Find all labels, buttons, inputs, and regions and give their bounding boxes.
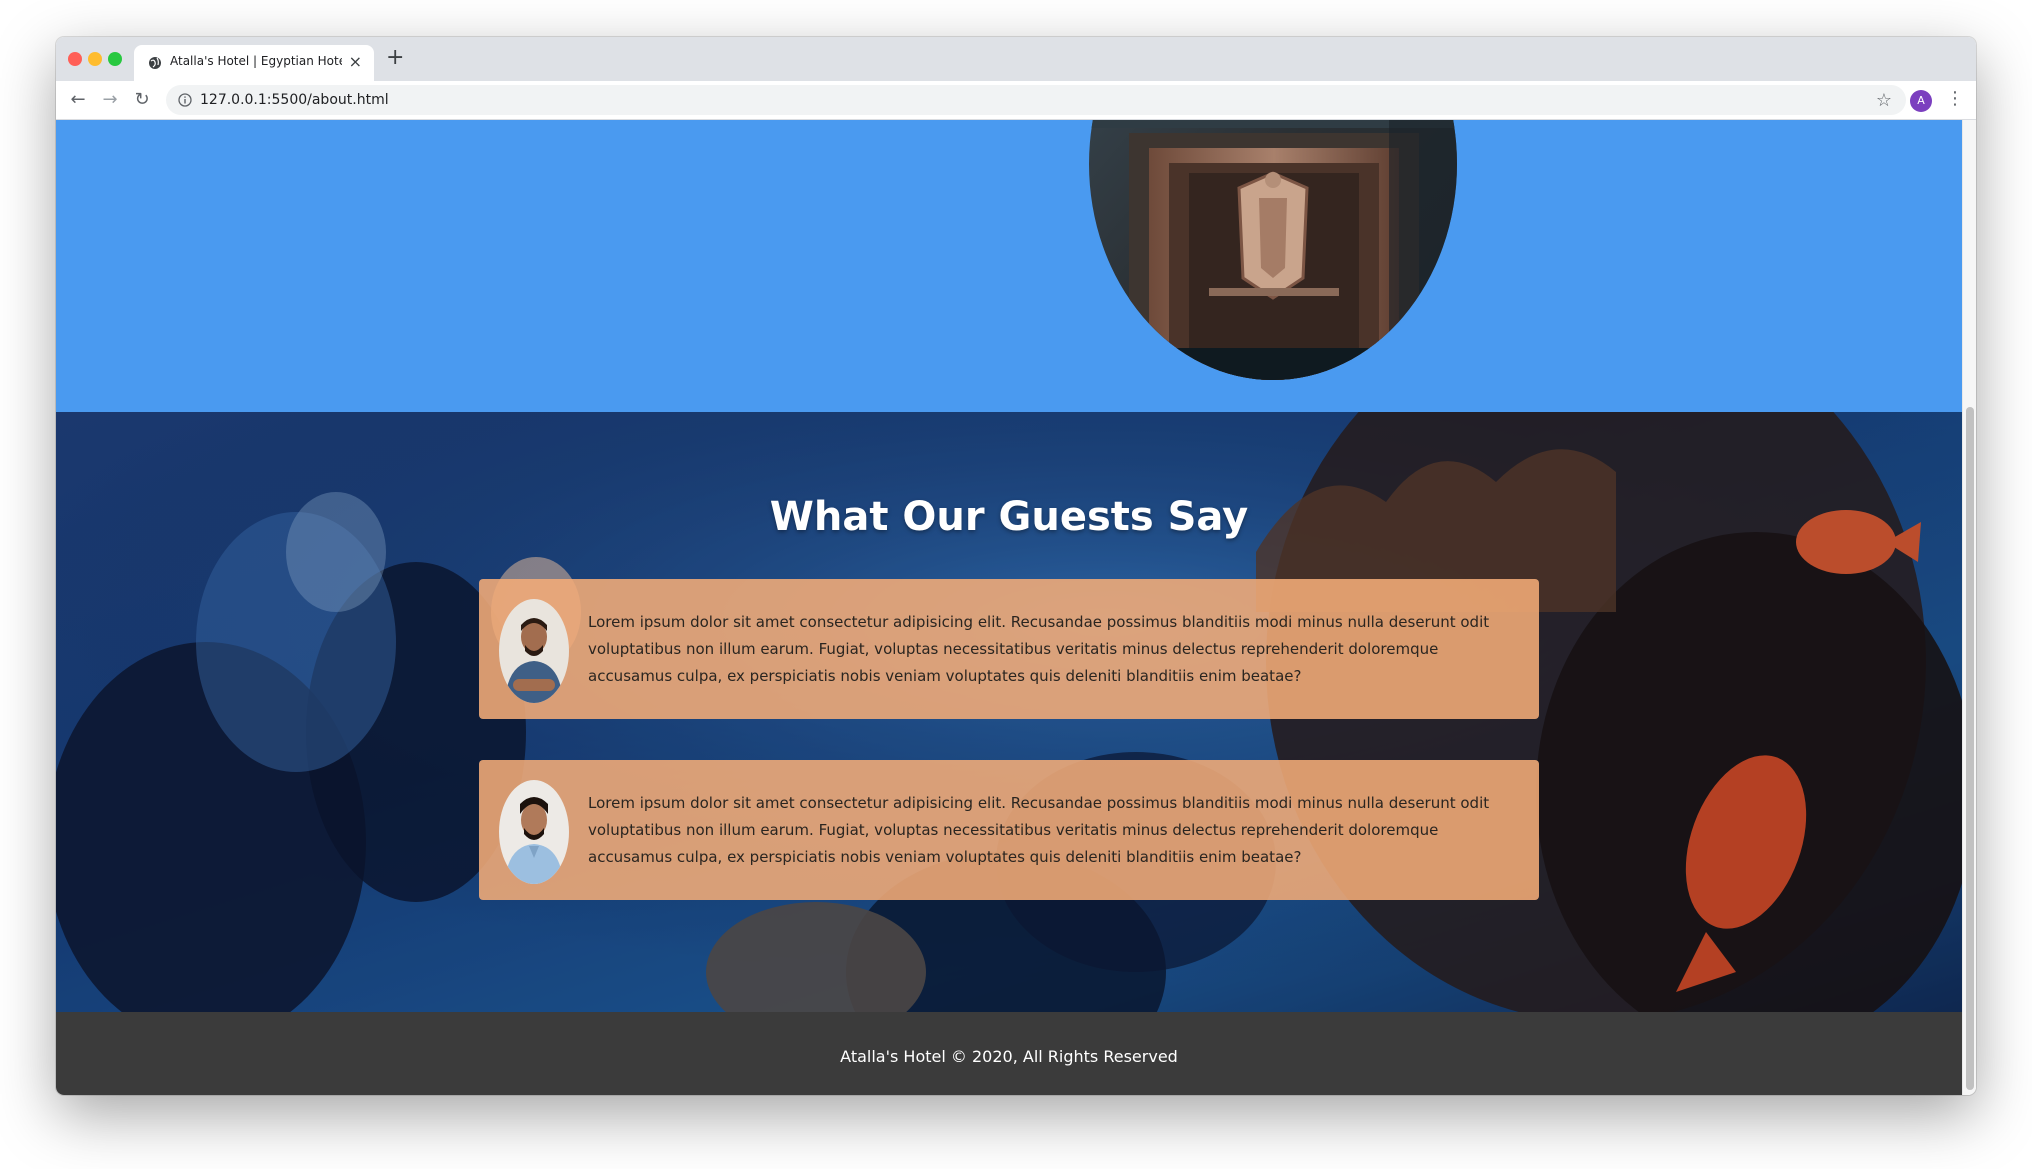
url-text[interactable]: 127.0.0.1:5500/about.html [200, 92, 389, 108]
guests-section: What Our Guests Say Lorem ipsum dolor si… [56, 412, 1962, 1012]
browser-tab[interactable]: Atalla's Hotel | Egyptian Hotel × [134, 45, 374, 81]
page-viewport: What Our Guests Say Lorem ipsum dolor si… [56, 120, 1962, 1095]
testimonial-card: Lorem ipsum dolor sit amet consectetur a… [479, 760, 1539, 900]
testimonial-text: Lorem ipsum dolor sit amet consectetur a… [588, 794, 1490, 866]
tab-strip: Atalla's Hotel | Egyptian Hotel × + [56, 37, 1976, 81]
info-icon[interactable] [178, 93, 192, 107]
scrollbar-thumb[interactable] [1966, 407, 1974, 1090]
hotel-building-image [1089, 120, 1457, 380]
maximize-window-button[interactable] [108, 52, 122, 66]
footer-copyright: Atalla's Hotel © 2020, All Rights Reserv… [840, 1047, 1178, 1066]
testimonial-text: Lorem ipsum dolor sit amet consectetur a… [588, 613, 1490, 685]
address-bar[interactable]: 127.0.0.1:5500/about.html ☆ [166, 85, 1906, 115]
guest-photo [499, 599, 569, 703]
new-tab-button[interactable]: + [386, 45, 404, 70]
globe-icon [149, 57, 161, 69]
back-icon[interactable]: ← [66, 88, 90, 112]
browser-toolbar: ← → ↻ 127.0.0.1:5500/about.html ☆ A ⋮ [56, 81, 1976, 120]
tab-title: Atalla's Hotel | Egyptian Hotel [170, 54, 342, 68]
hero-section [56, 120, 1962, 412]
browser-window: Atalla's Hotel | Egyptian Hotel × + ← → … [56, 37, 1976, 1095]
close-window-button[interactable] [68, 52, 82, 66]
guest-photo [499, 780, 569, 884]
forward-icon[interactable]: → [98, 88, 122, 112]
profile-avatar[interactable]: A [1910, 90, 1932, 112]
minimize-window-button[interactable] [88, 52, 102, 66]
page-scrollbar[interactable] [1962, 120, 1976, 1095]
testimonial-card: Lorem ipsum dolor sit amet consectetur a… [479, 579, 1539, 719]
kebab-menu-icon[interactable]: ⋮ [1946, 88, 1964, 109]
footer: Atalla's Hotel © 2020, All Rights Reserv… [56, 1012, 1962, 1095]
close-tab-icon[interactable]: × [349, 52, 362, 71]
reload-icon[interactable]: ↻ [130, 88, 154, 112]
guests-heading: What Our Guests Say [769, 494, 1249, 540]
star-icon[interactable]: ☆ [1876, 90, 1892, 111]
